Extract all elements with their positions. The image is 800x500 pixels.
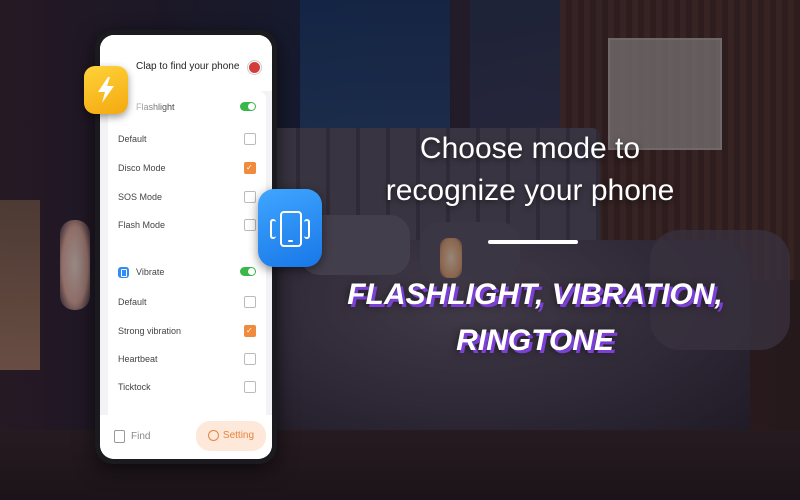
list-item[interactable]: Default (118, 129, 256, 149)
headline-line-2: recognize your phone (385, 174, 675, 207)
option-label: Flash Mode (118, 220, 166, 230)
headline-line-1: Choose mode to (419, 132, 641, 165)
option-checkbox[interactable] (244, 133, 256, 145)
nav-setting-button[interactable]: Setting (196, 421, 266, 451)
bottom-nav: Find Setting (100, 415, 272, 459)
divider (488, 240, 578, 244)
setting-gear-icon (207, 429, 219, 441)
option-checkbox[interactable] (244, 296, 256, 308)
promo-features: FLASHLIGHT, VIBRATION, RINGTONE (300, 272, 770, 364)
list-item[interactable]: Flash Mode (118, 215, 256, 235)
option-label: Disco Mode (118, 163, 166, 173)
flashlight-toggle[interactable] (240, 102, 256, 111)
option-checkbox[interactable] (244, 219, 256, 231)
vibrate-header-label: Vibrate (136, 267, 165, 277)
list-item[interactable]: Disco Mode (118, 158, 256, 178)
flag-icon[interactable] (248, 61, 261, 74)
option-label: SOS Mode (118, 192, 163, 202)
list-item[interactable]: Ticktock (118, 377, 256, 397)
option-label: Default (118, 134, 147, 144)
option-checkbox[interactable] (244, 191, 256, 203)
features-line-2: RINGTONE (456, 324, 614, 357)
app-title: Clap to find your phone (136, 61, 240, 72)
option-label: Strong vibration (118, 326, 182, 336)
find-icon (114, 429, 125, 443)
vibrate-header-row: Vibrate (118, 262, 256, 282)
vibrate-toggle[interactable] (240, 267, 256, 276)
list-item[interactable]: Heartbeat (118, 349, 256, 369)
features-line-1: FLASHLIGHT, VIBRATION, (347, 278, 723, 311)
nav-find-label: Find (131, 431, 151, 442)
list-item[interactable]: Strong vibration (118, 321, 256, 341)
promo-headline: Choose mode to recognize your phone (330, 128, 730, 212)
nav-setting-label: Setting (222, 430, 255, 441)
option-label: Heartbeat (118, 354, 158, 364)
flashlight-icon (84, 66, 128, 114)
option-checkbox[interactable] (244, 353, 256, 365)
vibrate-small-icon (118, 267, 129, 278)
vibrate-card: Vibrate Default Strong vibration Heartbe… (108, 250, 266, 440)
option-checkbox[interactable] (244, 321, 256, 341)
list-item[interactable]: SOS Mode (118, 187, 256, 207)
nav-find-button[interactable]: Find (114, 423, 184, 451)
option-label: Default (118, 297, 147, 307)
vibrate-phone-icon (258, 189, 322, 267)
list-item[interactable]: Default (118, 292, 256, 312)
option-checkbox[interactable] (244, 158, 256, 178)
option-label: Ticktock (118, 382, 151, 392)
option-checkbox[interactable] (244, 381, 256, 393)
